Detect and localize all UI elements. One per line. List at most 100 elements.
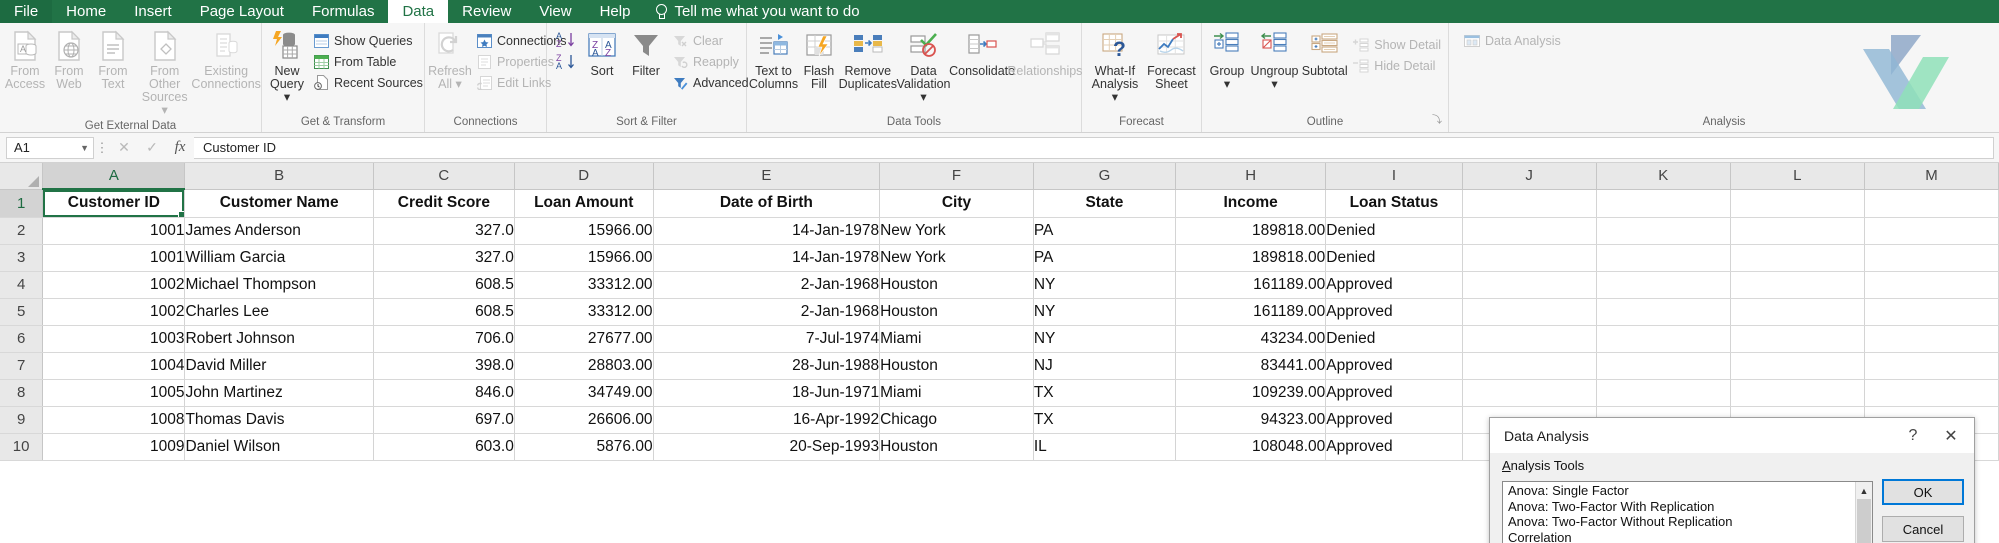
ok-button[interactable]: OK bbox=[1882, 479, 1964, 505]
consolidate-button[interactable]: Consolidate bbox=[949, 27, 1015, 78]
refresh-all-button[interactable]: Refresh All ▾ bbox=[428, 27, 472, 91]
cell-A8[interactable]: 1005 bbox=[42, 379, 186, 407]
cell-L8[interactable] bbox=[1730, 379, 1865, 407]
cell-D3[interactable]: 15966.00 bbox=[514, 244, 654, 272]
cell-E8[interactable]: 18-Jun-1971 bbox=[653, 379, 881, 407]
cell-F5[interactable]: Houston bbox=[879, 298, 1034, 326]
column-header-l[interactable]: L bbox=[1730, 163, 1865, 190]
cell-K8[interactable] bbox=[1596, 379, 1731, 407]
hide-detail-button[interactable]: Hide Detail bbox=[1349, 56, 1445, 75]
analysis-tool-item[interactable]: Correlation bbox=[1505, 530, 1855, 543]
cell-B7[interactable]: David Miller bbox=[184, 352, 374, 380]
cell-E4[interactable]: 2-Jan-1968 bbox=[653, 271, 881, 299]
cell-I6[interactable]: Denied bbox=[1325, 325, 1463, 353]
cell-H7[interactable]: 83441.00 bbox=[1175, 352, 1327, 380]
forecast-sheet-button[interactable]: Forecast Sheet bbox=[1145, 27, 1198, 91]
column-header-a[interactable]: A bbox=[42, 163, 186, 190]
select-all-corner[interactable] bbox=[0, 163, 44, 190]
cell-L6[interactable] bbox=[1730, 325, 1865, 353]
cell-A2[interactable]: 1001 bbox=[42, 217, 186, 245]
cell-C8[interactable]: 846.0 bbox=[373, 379, 515, 407]
ungroup-button[interactable]: Ungroup ▾ bbox=[1249, 27, 1300, 91]
cell-F2[interactable]: New York bbox=[879, 217, 1034, 245]
close-icon[interactable]: ✕ bbox=[1932, 421, 1970, 451]
cell-E2[interactable]: 14-Jan-1978 bbox=[653, 217, 881, 245]
analysis-tools-listbox[interactable]: Anova: Single Factor Anova: Two-Factor Wi… bbox=[1502, 481, 1873, 543]
cell-G7[interactable]: NJ bbox=[1033, 352, 1177, 380]
cell-L1[interactable] bbox=[1730, 189, 1865, 218]
tab-page-layout[interactable]: Page Layout bbox=[186, 0, 298, 23]
name-box-chevron-down-icon[interactable]: ▼ bbox=[80, 143, 89, 153]
cell-B9[interactable]: Thomas Davis bbox=[184, 406, 374, 434]
cell-C3[interactable]: 327.0 bbox=[373, 244, 515, 272]
cell-K4[interactable] bbox=[1596, 271, 1731, 299]
cell-B5[interactable]: Charles Lee bbox=[184, 298, 374, 326]
cell-D2[interactable]: 15966.00 bbox=[514, 217, 654, 245]
text-to-columns-button[interactable]: Text to Columns bbox=[749, 27, 798, 91]
cell-A4[interactable]: 1002 bbox=[42, 271, 186, 299]
formula-input[interactable]: Customer ID bbox=[194, 136, 1994, 159]
row-header-7[interactable]: 7 bbox=[0, 352, 44, 380]
cell-J4[interactable] bbox=[1462, 271, 1597, 299]
cell-F3[interactable]: New York bbox=[879, 244, 1034, 272]
tab-view[interactable]: View bbox=[525, 0, 585, 23]
from-access-button[interactable]: A From Access bbox=[3, 27, 47, 91]
cancel-button[interactable]: Cancel bbox=[1882, 516, 1964, 542]
cell-M4[interactable] bbox=[1864, 271, 1999, 299]
show-queries-button[interactable]: Show Queries bbox=[309, 31, 427, 50]
cell-D8[interactable]: 34749.00 bbox=[514, 379, 654, 407]
cell-C7[interactable]: 398.0 bbox=[373, 352, 515, 380]
cell-G6[interactable]: NY bbox=[1033, 325, 1177, 353]
tab-home[interactable]: Home bbox=[52, 0, 120, 23]
name-box[interactable]: A1 ▼ bbox=[6, 136, 94, 159]
cell-L3[interactable] bbox=[1730, 244, 1865, 272]
cell-C1[interactable]: Credit Score bbox=[373, 189, 515, 218]
cell-M2[interactable] bbox=[1864, 217, 1999, 245]
cell-M7[interactable] bbox=[1864, 352, 1999, 380]
cell-M6[interactable] bbox=[1864, 325, 1999, 353]
existing-connections-button[interactable]: Existing Connections bbox=[191, 27, 261, 91]
enter-icon[interactable]: ✓ bbox=[138, 137, 166, 159]
cell-I9[interactable]: Approved bbox=[1325, 406, 1463, 434]
cell-D1[interactable]: Loan Amount bbox=[514, 189, 654, 218]
tell-me-box[interactable]: Tell me what you want to do bbox=[644, 0, 869, 23]
cell-I1[interactable]: Loan Status bbox=[1325, 189, 1463, 218]
row-header-6[interactable]: 6 bbox=[0, 325, 44, 353]
reapply-filter-button[interactable]: Reapply bbox=[668, 52, 753, 71]
dialog-title-bar[interactable]: Data Analysis ? ✕ bbox=[1490, 418, 1974, 453]
what-if-analysis-button[interactable]: ? What-If Analysis ▾ bbox=[1085, 27, 1145, 104]
cell-E3[interactable]: 14-Jan-1978 bbox=[653, 244, 881, 272]
cell-H9[interactable]: 94323.00 bbox=[1175, 406, 1327, 434]
cell-G1[interactable]: State bbox=[1033, 189, 1177, 218]
cell-A7[interactable]: 1004 bbox=[42, 352, 186, 380]
cell-F10[interactable]: Houston bbox=[879, 433, 1034, 461]
cell-F8[interactable]: Miami bbox=[879, 379, 1034, 407]
remove-duplicates-button[interactable]: Remove Duplicates bbox=[839, 27, 897, 91]
column-header-i[interactable]: I bbox=[1325, 163, 1463, 190]
row-header-1[interactable]: 1 bbox=[0, 189, 44, 218]
column-header-g[interactable]: G bbox=[1033, 163, 1177, 190]
cell-C9[interactable]: 697.0 bbox=[373, 406, 515, 434]
subtotal-button[interactable]: Subtotal bbox=[1300, 27, 1349, 78]
cell-J2[interactable] bbox=[1462, 217, 1597, 245]
cell-K3[interactable] bbox=[1596, 244, 1731, 272]
cell-J1[interactable] bbox=[1462, 189, 1597, 218]
cell-C6[interactable]: 706.0 bbox=[373, 325, 515, 353]
cell-B1[interactable]: Customer Name bbox=[184, 189, 374, 218]
cell-D4[interactable]: 33312.00 bbox=[514, 271, 654, 299]
row-header-4[interactable]: 4 bbox=[0, 271, 44, 299]
column-header-c[interactable]: C bbox=[373, 163, 515, 190]
cell-F7[interactable]: Houston bbox=[879, 352, 1034, 380]
from-other-sources-button[interactable]: From Other Sources ▾ bbox=[135, 27, 194, 117]
row-header-2[interactable]: 2 bbox=[0, 217, 44, 245]
cell-H2[interactable]: 189818.00 bbox=[1175, 217, 1327, 245]
sort-descending-icon[interactable]: Z A bbox=[556, 53, 578, 70]
cell-G4[interactable]: NY bbox=[1033, 271, 1177, 299]
cell-K2[interactable] bbox=[1596, 217, 1731, 245]
cell-D5[interactable]: 33312.00 bbox=[514, 298, 654, 326]
cell-M5[interactable] bbox=[1864, 298, 1999, 326]
cell-F4[interactable]: Houston bbox=[879, 271, 1034, 299]
cell-C4[interactable]: 608.5 bbox=[373, 271, 515, 299]
sort-ascending-icon[interactable]: A Z bbox=[556, 31, 578, 48]
cell-G10[interactable]: IL bbox=[1033, 433, 1177, 461]
